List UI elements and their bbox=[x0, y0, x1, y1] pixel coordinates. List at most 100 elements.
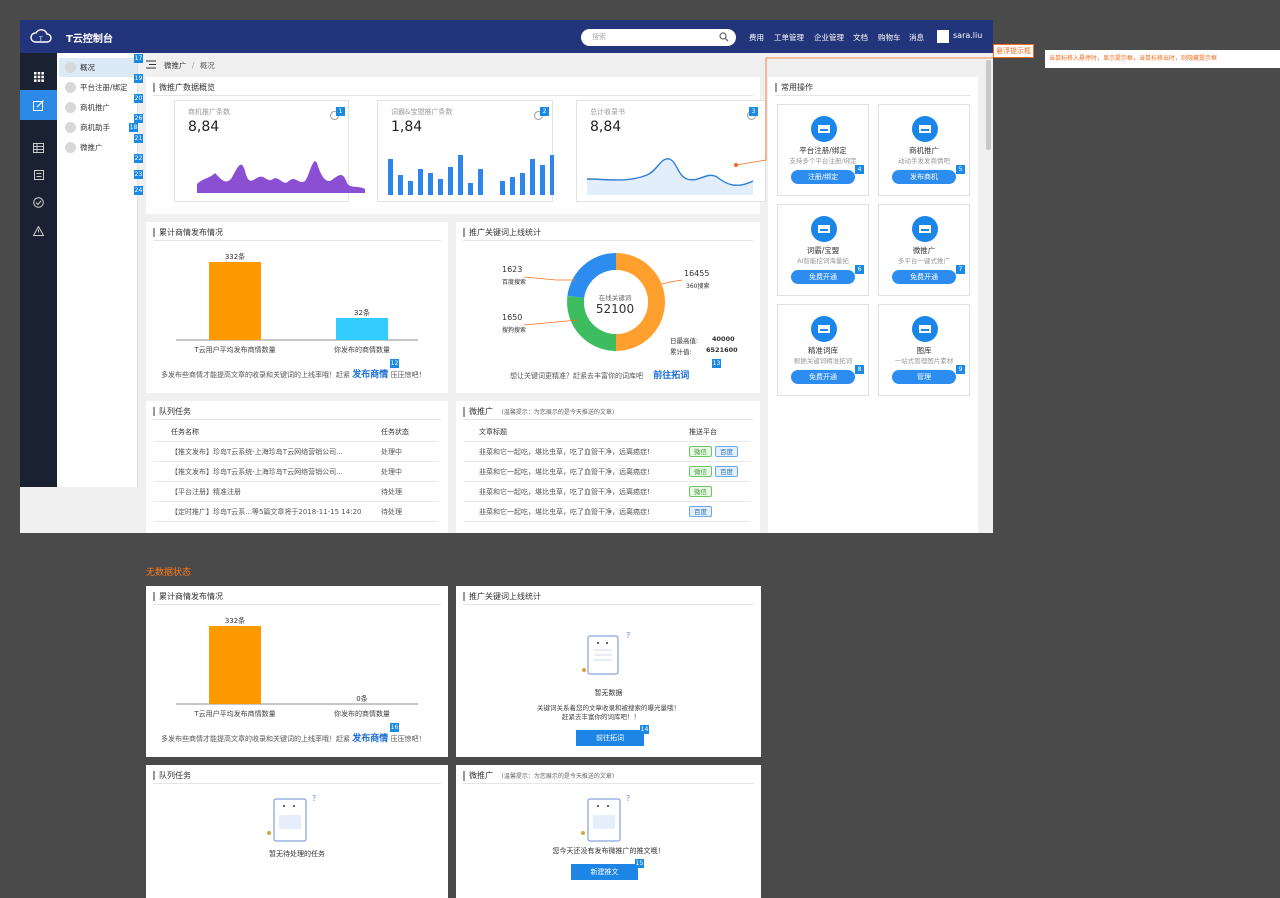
card-title: 微推广 (温馨提示：为您展示的是今天推送的文章) bbox=[463, 771, 614, 781]
table-row[interactable]: 韭菜和它一起吃，堪比虫草，吃了血管干净，远离癌症! 微信 bbox=[464, 482, 750, 502]
menu-toggle-icon[interactable] bbox=[146, 60, 156, 69]
nav-cart[interactable]: 购物车 bbox=[878, 32, 901, 43]
top-bar: T T云控制台 搜索 费用 工单管理 企业管理 文档 购物车 消息 sara.l… bbox=[20, 20, 993, 53]
baidu-badge: 百度 bbox=[715, 446, 738, 457]
subnav-item-platform[interactable]: 平台注册/绑定 bbox=[59, 78, 137, 97]
wechat-promo-card: 微推广 (温馨提示：为您展示的是今天推送的文章) 文章标题 推送平台 韭菜和它一起… bbox=[456, 401, 760, 533]
empty-document-icon: ? bbox=[582, 631, 630, 675]
breadcrumb-separator: / bbox=[191, 61, 195, 70]
data-label: 0条 bbox=[356, 694, 367, 703]
subnav-dot-icon bbox=[65, 122, 76, 133]
card-title-text: 微推广 bbox=[469, 407, 493, 416]
article-title: 韭菜和它一起吃，堪比虫草，吃了血管干净，远离癌症! bbox=[479, 468, 650, 476]
table-row[interactable]: 【推文发布】珍岛T云系统-上海珍岛T云网络营销公司... 处理中 bbox=[154, 462, 438, 482]
task-name: 【定时推广】珍岛T云系...等5篇文章将于2018-11-15 14:20 bbox=[171, 508, 362, 516]
table-row[interactable]: 韭菜和它一起吃，堪比虫草，吃了血管干净，远离癌症! 微信 百度 bbox=[464, 442, 750, 462]
annotation-number: 18 bbox=[129, 123, 138, 132]
subnav-item-business[interactable]: 商机推广 bbox=[59, 98, 137, 117]
wechat-badge: 微信 bbox=[689, 486, 712, 497]
s360-value: 16455 bbox=[684, 269, 710, 278]
empty-publish-card: 累计商情发布情况 332条 T云用户平均发布商情数量 0条 你发布的商情数量 多发布些… bbox=[146, 586, 448, 757]
table-row[interactable]: 韭菜和它一起吃，堪比虫草，吃了血管干净，远离癌症! 百度 bbox=[464, 502, 750, 522]
publish-footer: 多发布些商情才能提高文章的收录和关键词的上线率哦！赶紧 发布商情 压压惊吧！ bbox=[161, 367, 425, 380]
card-title: 推广关键词上线统计 bbox=[463, 592, 541, 601]
nav-company[interactable]: 企业管理 bbox=[814, 32, 844, 43]
annotation-number: 21 bbox=[134, 134, 143, 143]
task-name: 【推文发布】珍岛T云系统-上海珍岛T云网络营销公司... bbox=[171, 448, 343, 456]
table-row[interactable]: 韭菜和它一起吃，堪比虫草，吃了血管干净，远离癌症! 微信 百度 bbox=[464, 462, 750, 482]
table-header: 任务名称 任务状态 bbox=[154, 422, 438, 442]
total-label: 累计值: bbox=[670, 348, 692, 356]
nav-tickets[interactable]: 工单管理 bbox=[774, 32, 804, 43]
subnav-dot-icon bbox=[65, 102, 76, 113]
scrollbar[interactable] bbox=[986, 60, 991, 150]
task-status: 待处理 bbox=[381, 508, 402, 516]
table-row[interactable]: 【平台注册】精准注册 待处理 bbox=[154, 482, 438, 502]
divider bbox=[463, 783, 754, 784]
annotation-number: 19 bbox=[134, 74, 143, 83]
quick-subtitle: 一站式管理图片素材 bbox=[894, 357, 954, 365]
envelope-icon bbox=[811, 216, 837, 242]
article-title: 韭菜和它一起吃，堪比虫草，吃了血管干净，远离癌症! bbox=[479, 508, 650, 516]
tooltip-box: 当鼠标移入悬停时，显示提示框，当鼠标移出时，则隐藏提示框 bbox=[1045, 50, 1280, 68]
expand-keywords-button[interactable]: 前往拓词 bbox=[576, 730, 644, 746]
edit-icon[interactable] bbox=[20, 90, 57, 120]
nav-docs[interactable]: 文档 bbox=[853, 32, 868, 43]
card-title: 累计商情发布情况 bbox=[153, 592, 223, 601]
quick-thesaurus: 精准词库 根据关键词精准拓词 免费开通 8 bbox=[777, 304, 869, 396]
annotation-number: 13 bbox=[712, 359, 721, 368]
divider bbox=[463, 604, 754, 605]
publish-business-button[interactable]: 发布商机 bbox=[892, 170, 956, 184]
publish-link[interactable]: 发布商情 bbox=[352, 370, 388, 380]
daily-max-label: 日最高值: bbox=[670, 337, 699, 345]
warning-icon[interactable] bbox=[20, 217, 57, 244]
table-row[interactable]: 【推文发布】珍岛T云系统-上海珍岛T云网络营销公司... 处理中 bbox=[154, 442, 438, 462]
footer-text-2: 压压惊吧！ bbox=[390, 371, 426, 379]
subnav-item-assistant[interactable]: 商机助手 bbox=[59, 118, 137, 137]
annotation-number: 9 bbox=[956, 365, 965, 374]
table-icon[interactable] bbox=[20, 134, 57, 161]
free-open-button[interactable]: 免费开通 bbox=[791, 270, 855, 284]
col-header: 任务名称 bbox=[171, 428, 199, 436]
search-input[interactable]: 搜索 bbox=[581, 29, 736, 46]
annotation-number: 12 bbox=[390, 359, 399, 368]
card-title: 队列任务 bbox=[153, 407, 191, 416]
check-circle-icon[interactable] bbox=[20, 189, 57, 216]
quick-subtitle: AI智能挖词海量拓 bbox=[797, 257, 849, 265]
task-status: 处理中 bbox=[381, 468, 402, 476]
subnav-item-overview[interactable]: 概况 bbox=[59, 58, 137, 77]
annotation-number: 4 bbox=[855, 165, 864, 174]
free-open-button[interactable]: 免费开通 bbox=[892, 270, 956, 284]
annotation-number: 7 bbox=[956, 265, 965, 274]
publish-link[interactable]: 发布商情 bbox=[352, 734, 388, 744]
free-open-button[interactable]: 免费开通 bbox=[791, 370, 855, 384]
bar bbox=[209, 262, 261, 340]
avatar[interactable] bbox=[937, 30, 949, 43]
nav-fees[interactable]: 费用 bbox=[749, 32, 764, 43]
subnav-item-wechat[interactable]: 微推广 bbox=[59, 138, 137, 157]
task-name: 【推文发布】珍岛T云系统-上海珍岛T云网络营销公司... bbox=[171, 468, 343, 476]
search-icon[interactable] bbox=[719, 32, 729, 42]
apps-grid-icon[interactable] bbox=[20, 63, 57, 90]
card-hint: (温馨提示：为您展示的是今天推送的文章) bbox=[501, 773, 615, 780]
list-icon[interactable] bbox=[20, 161, 57, 188]
baidu-badge: 百度 bbox=[715, 466, 738, 477]
footer-text: 多发布些商情才能提高文章的收录和关键词的上线率哦！赶紧 bbox=[161, 735, 350, 743]
register-button[interactable]: 注册/绑定 bbox=[791, 170, 855, 184]
data-label: 32条 bbox=[354, 308, 370, 317]
username[interactable]: sara.liu bbox=[953, 31, 982, 40]
annotation-number: 16 bbox=[390, 723, 399, 732]
breadcrumb: 微推广 / 概况 bbox=[164, 60, 215, 71]
breadcrumb-parent[interactable]: 微推广 bbox=[164, 61, 187, 70]
leader-line bbox=[661, 279, 683, 285]
quick-wechat: 微推广 多平台一键式推广 免费开通 7 bbox=[878, 204, 970, 296]
nav-messages[interactable]: 消息 bbox=[909, 32, 924, 43]
keyword-footer: 想让关键词更精准？赶紧去丰富你的词库吧 前往拓词 bbox=[510, 368, 689, 381]
bar bbox=[336, 318, 388, 340]
donut-center-value: 52100 bbox=[595, 302, 635, 316]
table-row[interactable]: 【定时推广】珍岛T云系...等5篇文章将于2018-11-15 14:20 待处理 bbox=[154, 502, 438, 522]
manage-button[interactable]: 管理 bbox=[892, 370, 956, 384]
annotation-number: 20 bbox=[134, 94, 143, 103]
expand-keywords-link[interactable]: 前往拓词 bbox=[653, 371, 689, 381]
new-post-button[interactable]: 新建推文 bbox=[571, 864, 638, 880]
